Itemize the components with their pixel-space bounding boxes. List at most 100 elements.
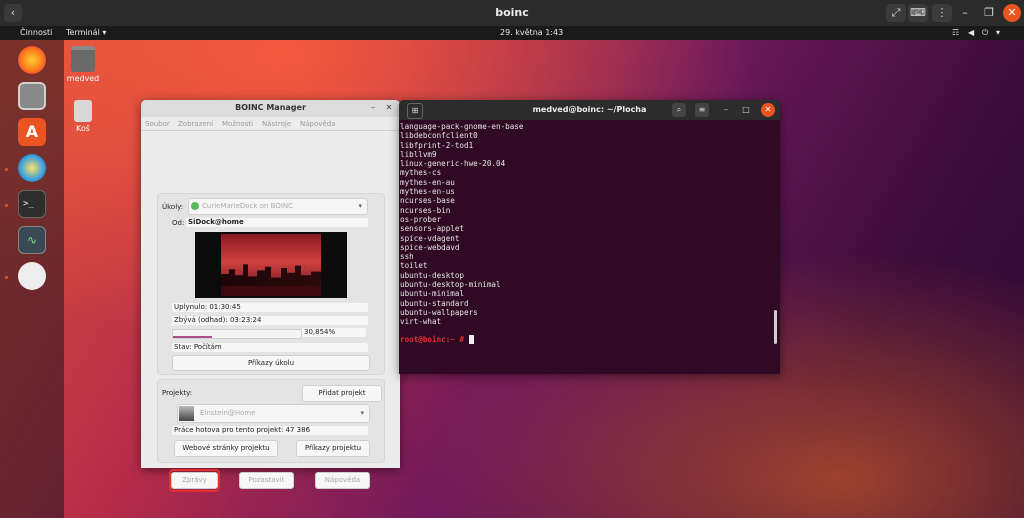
menu-tools[interactable]: Nástroje bbox=[262, 120, 291, 128]
terminal-line: ubuntu-standard bbox=[400, 298, 469, 308]
vm-title: boinc bbox=[495, 6, 529, 19]
dock: A >_ ∿ bbox=[0, 40, 64, 518]
terminal-line: language-pack-gnome-en-base bbox=[400, 122, 524, 131]
terminal-line: virt-what bbox=[400, 317, 442, 327]
task-commands-button[interactable]: Příkazy úkolu bbox=[172, 355, 370, 371]
terminal-cursor bbox=[468, 334, 474, 344]
terminal-line: sensors-applet bbox=[400, 224, 465, 234]
projects-panel: Projekty: Přidat projekt Einstein@Home ▾… bbox=[157, 379, 385, 463]
project-select[interactable]: Einstein@Home ▾ bbox=[177, 404, 370, 423]
menu-view[interactable]: Zobrazení bbox=[178, 120, 213, 128]
task-progress-fill bbox=[173, 336, 213, 338]
terminal-line: ubuntu-desktop-minimal bbox=[400, 280, 501, 290]
project-image bbox=[195, 232, 347, 298]
system-monitor-icon[interactable]: ∿ bbox=[18, 226, 46, 254]
desktop-icon-home[interactable]: medved bbox=[63, 46, 103, 83]
progress-percent: 30,854% bbox=[302, 328, 366, 337]
chevron-down-icon: ▾ bbox=[358, 202, 362, 210]
chevron-down-icon: ▾ bbox=[360, 409, 364, 417]
files-icon[interactable] bbox=[18, 82, 46, 110]
elapsed-time: Uplynulo: 01:30:45 bbox=[172, 303, 368, 312]
terminal-line: ubuntu-minimal bbox=[400, 289, 465, 299]
task-select-value: CurieMarieDock on BOINC bbox=[202, 202, 294, 210]
work-done: Práce hotova pro tento projekt: 47 386 bbox=[172, 426, 368, 435]
maximize-icon[interactable]: □ bbox=[739, 103, 753, 117]
search-icon[interactable]: ⌕ bbox=[672, 103, 686, 117]
terminal-icon[interactable]: >_ bbox=[18, 190, 46, 218]
desktop-icon-label: medved bbox=[66, 74, 100, 83]
terminal-line: libfprint-2-tod1 bbox=[400, 140, 474, 150]
settings-icon[interactable] bbox=[18, 262, 46, 290]
network-icon[interactable]: ☶ bbox=[952, 28, 959, 37]
from-label: Od: bbox=[172, 219, 185, 227]
terminal-line: ssh bbox=[400, 252, 414, 262]
maximize-icon[interactable]: ❐ bbox=[982, 4, 996, 22]
terminal-line: ubuntu-desktop bbox=[400, 270, 465, 280]
hamburger-menu-icon[interactable]: ≡ bbox=[695, 103, 709, 117]
chevron-down-icon[interactable]: ▾ bbox=[996, 28, 1000, 37]
skyline-silhouette bbox=[221, 264, 321, 286]
close-icon[interactable]: ✕ bbox=[761, 103, 775, 117]
gnome-top-bar: Činnosti Terminál ▾ 29. května 1:43 ☶ ◀ … bbox=[0, 26, 1024, 40]
running-indicator bbox=[5, 276, 8, 279]
desktop-icon-trash[interactable]: Koš bbox=[63, 100, 103, 133]
task-status: Stav: Počítám bbox=[172, 343, 368, 352]
app-menu[interactable]: Terminál ▾ bbox=[66, 28, 106, 37]
menu-file[interactable]: Soubor bbox=[145, 120, 170, 128]
minimize-icon[interactable]: – bbox=[958, 4, 972, 22]
keyboard-icon[interactable]: ⌨ bbox=[908, 4, 928, 22]
terminal-line: libdebconfclient0 bbox=[400, 131, 478, 141]
close-icon[interactable]: ✕ bbox=[383, 102, 395, 114]
terminal-window: ⊞ medved@boinc: ~/Plocha ⌕ ≡ – □ ✕ langu… bbox=[399, 100, 780, 374]
clock[interactable]: 29. května 1:43 bbox=[500, 28, 563, 37]
activities-button[interactable]: Činnosti bbox=[20, 28, 52, 37]
task-select[interactable]: CurieMarieDock on BOINC ▾ bbox=[188, 198, 368, 215]
terminal-line: libllvm9 bbox=[400, 149, 437, 159]
firefox-icon[interactable] bbox=[18, 46, 46, 74]
terminal-line: os-prober bbox=[400, 214, 442, 224]
running-indicator bbox=[5, 168, 8, 171]
running-status-icon bbox=[191, 202, 199, 210]
tasks-panel: Úkoly: CurieMarieDock on BOINC ▾ Od: SiD… bbox=[157, 193, 385, 375]
minimize-icon[interactable]: – bbox=[367, 102, 379, 114]
resize-icon[interactable]: ⤢ bbox=[886, 4, 906, 22]
close-icon[interactable]: ✕ bbox=[1003, 4, 1021, 22]
suspend-button[interactable]: Pozastavit bbox=[239, 472, 294, 489]
minimize-icon[interactable]: – bbox=[719, 103, 733, 117]
trash-icon bbox=[74, 100, 92, 122]
from-value: SiDock@home bbox=[186, 218, 368, 227]
remaining-time: Zbývá (odhad): 03:23:24 bbox=[172, 316, 368, 325]
terminal-line: toilet bbox=[400, 261, 428, 271]
help-button[interactable]: Nápověda bbox=[315, 472, 370, 489]
add-project-button[interactable]: Přidat projekt bbox=[302, 385, 382, 402]
power-icon[interactable]: ⏻ bbox=[982, 28, 988, 38]
terminal-output[interactable]: language-pack-gnome-en-base libdebconfcli… bbox=[400, 122, 770, 374]
terminal-line: ncurses-bin bbox=[400, 205, 451, 215]
boinc-title-bar: BOINC Manager – ✕ bbox=[141, 100, 400, 117]
menu-icon[interactable]: ⋮ bbox=[932, 4, 952, 22]
water-reflection bbox=[221, 286, 321, 296]
menu-options[interactable]: Možnosti bbox=[222, 120, 253, 128]
project-commands-button[interactable]: Příkazy projektu bbox=[296, 440, 370, 457]
terminal-line: ncurses-base bbox=[400, 196, 455, 206]
project-web-pages-button[interactable]: Webové stránky projektu bbox=[174, 440, 278, 457]
terminal-line: mythes-cs bbox=[400, 168, 442, 178]
menu-help[interactable]: Nápověda bbox=[300, 120, 335, 128]
city-skyline-image bbox=[221, 234, 321, 296]
software-icon[interactable]: A bbox=[18, 118, 46, 146]
project-avatar-icon bbox=[179, 406, 194, 421]
boinc-menubar: Soubor Zobrazení Možnosti Nástroje Nápov… bbox=[141, 117, 400, 131]
volume-icon[interactable]: ◀ bbox=[968, 28, 974, 37]
terminal-scrollbar[interactable] bbox=[774, 310, 777, 344]
terminal-line: ubuntu-wallpapers bbox=[400, 307, 478, 317]
guest-screen: Činnosti Terminál ▾ 29. května 1:43 ☶ ◀ … bbox=[0, 26, 1024, 518]
terminal-prompt-line[interactable]: root@boinc:~ # bbox=[400, 335, 770, 344]
task-progress-bar bbox=[172, 329, 302, 339]
tasks-label: Úkoly: bbox=[162, 203, 184, 211]
project-select-value: Einstein@Home bbox=[200, 409, 256, 417]
projects-label: Projekty: bbox=[162, 389, 193, 397]
running-indicator bbox=[5, 204, 8, 207]
terminal-header: ⊞ medved@boinc: ~/Plocha ⌕ ≡ – □ ✕ bbox=[399, 100, 780, 120]
boinc-icon[interactable] bbox=[18, 154, 46, 182]
boinc-title: BOINC Manager bbox=[235, 103, 306, 112]
